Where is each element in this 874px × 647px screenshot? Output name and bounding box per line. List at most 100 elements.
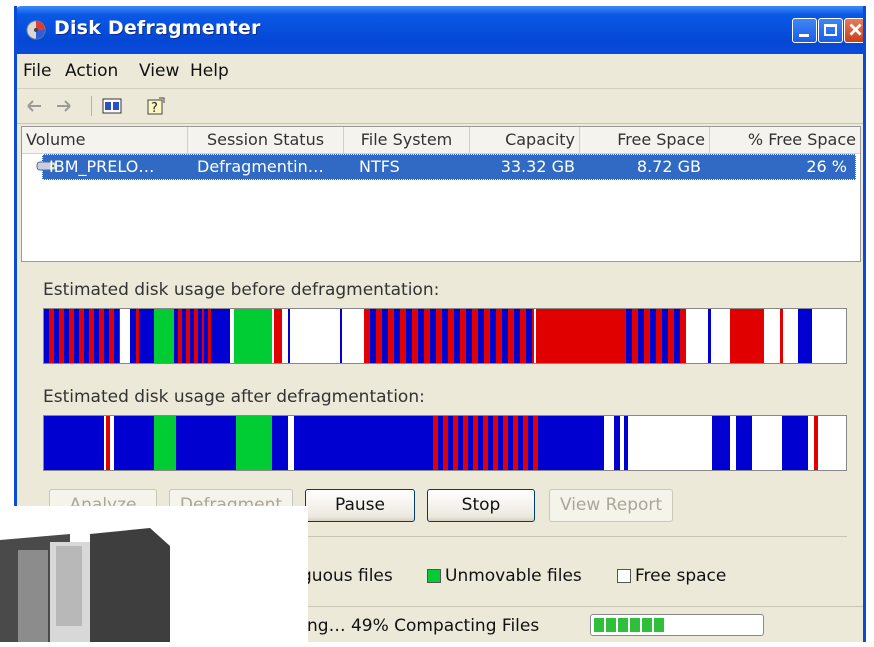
minimize-icon [799, 34, 809, 37]
maximize-button[interactable] [818, 18, 843, 43]
before-bar-segment [274, 309, 282, 363]
after-bar-segment [478, 416, 483, 470]
before-bar-segment [472, 309, 478, 363]
before-bar-segment [484, 309, 490, 363]
before-bar-segment [154, 309, 174, 363]
before-bar-segment [466, 309, 472, 363]
cell-free-space: 8.72 GB [636, 157, 701, 176]
before-bar-segment [478, 309, 484, 363]
volume-list[interactable]: Volume Session Status File System Capaci… [21, 126, 861, 262]
after-bar-segment [498, 416, 503, 470]
before-bar-segment [204, 309, 230, 363]
before-bar-segment [680, 309, 686, 363]
menu-action[interactable]: Action [65, 61, 118, 81]
after-bar-segment [513, 416, 518, 470]
before-bar-segment [74, 309, 79, 363]
before-bar-segment [94, 309, 99, 363]
col-volume[interactable]: Volume [22, 127, 188, 153]
after-bar-segment [463, 416, 468, 470]
forward-arrow-icon[interactable] [55, 96, 73, 116]
col-free-space[interactable]: Free Space [580, 127, 710, 153]
before-bar-segment [69, 309, 74, 363]
free-space-swatch [617, 569, 631, 583]
svg-text:?: ? [151, 101, 158, 116]
after-bar-segment [44, 416, 104, 470]
before-bar-segment [780, 309, 783, 363]
cell-session-status: Defragmentin… [197, 157, 324, 176]
after-bar-segment [114, 416, 154, 470]
before-bar-segment [364, 309, 370, 363]
after-bar-segment [298, 416, 428, 470]
after-bar-segment [614, 416, 620, 470]
after-bar-segment [433, 416, 438, 470]
after-bar-segment [712, 416, 730, 470]
pause-button[interactable]: Pause [305, 489, 415, 522]
progress-chunk [594, 618, 604, 632]
after-bar-segment [488, 416, 493, 470]
unmovable-swatch [427, 569, 441, 583]
before-bar-segment [436, 309, 442, 363]
title-bar[interactable]: Disk Defragmenter [17, 6, 863, 54]
help-icon[interactable]: ? [145, 96, 167, 116]
after-bar-segment [176, 416, 236, 470]
menu-bar: File Action View Help [17, 54, 863, 89]
after-bar-segment [448, 416, 453, 470]
after-bar-segment [503, 416, 508, 470]
maximize-icon [824, 24, 837, 36]
after-bar-segment [523, 416, 528, 470]
before-bar-segment [194, 309, 198, 363]
after-bar-segment [458, 416, 463, 470]
before-bar-segment [44, 309, 49, 363]
before-bar-segment [388, 309, 394, 363]
before-defrag-usage-graphic [44, 309, 846, 363]
close-button[interactable] [844, 18, 863, 43]
before-bar-segment [520, 309, 526, 363]
menu-view[interactable]: View [139, 61, 179, 81]
before-bar-segment [288, 309, 290, 363]
before-bar-segment [340, 309, 342, 363]
defragmenter-app-icon [26, 20, 46, 40]
menu-help[interactable]: Help [190, 61, 229, 81]
before-bar-segment [490, 309, 496, 363]
minimize-button[interactable] [792, 18, 817, 43]
before-bar-segment [109, 309, 114, 363]
legend-free-label: Free space [635, 566, 727, 586]
col-session-status[interactable]: Session Status [188, 127, 344, 153]
before-bar-segment [79, 309, 84, 363]
view-report-button[interactable]: View Report [549, 489, 673, 522]
after-bar-segment [106, 416, 110, 470]
before-bar-segment [502, 309, 508, 363]
after-bar-segment [538, 416, 604, 470]
col-pct-free-space[interactable]: % Free Space [710, 127, 860, 153]
col-file-system[interactable]: File System [344, 127, 470, 153]
back-arrow-icon[interactable] [25, 96, 43, 116]
cell-file-system: NTFS [359, 157, 400, 176]
before-bar-segment [190, 309, 194, 363]
progress-chunk [606, 618, 616, 632]
before-bar-segment [514, 309, 520, 363]
after-bar-segment [236, 416, 272, 470]
col-capacity[interactable]: Capacity [470, 127, 580, 153]
floppy-disk-photo [0, 506, 308, 642]
progress-bar [590, 614, 764, 636]
properties-icon[interactable] [101, 96, 123, 116]
cell-volume: IBM_PRELO… [49, 157, 155, 176]
after-defrag-usage-bar [43, 415, 847, 471]
before-bar-segment [182, 309, 186, 363]
before-bar-segment [496, 309, 502, 363]
before-defrag-label: Estimated disk usage before defragmentat… [43, 280, 440, 300]
before-bar-segment [448, 309, 454, 363]
before-defrag-usage-bar [43, 308, 847, 364]
before-bar-segment [708, 309, 711, 363]
before-bar-segment [674, 309, 680, 363]
stop-button[interactable]: Stop [427, 489, 535, 522]
before-bar-segment [394, 309, 400, 363]
after-bar-segment [453, 416, 458, 470]
after-bar-segment [528, 416, 533, 470]
before-bar-segment [174, 309, 178, 363]
before-bar-segment [234, 309, 272, 363]
before-bar-segment [430, 309, 436, 363]
menu-file[interactable]: File [23, 61, 51, 81]
before-bar-segment [662, 309, 668, 363]
before-bar-segment [202, 309, 204, 363]
